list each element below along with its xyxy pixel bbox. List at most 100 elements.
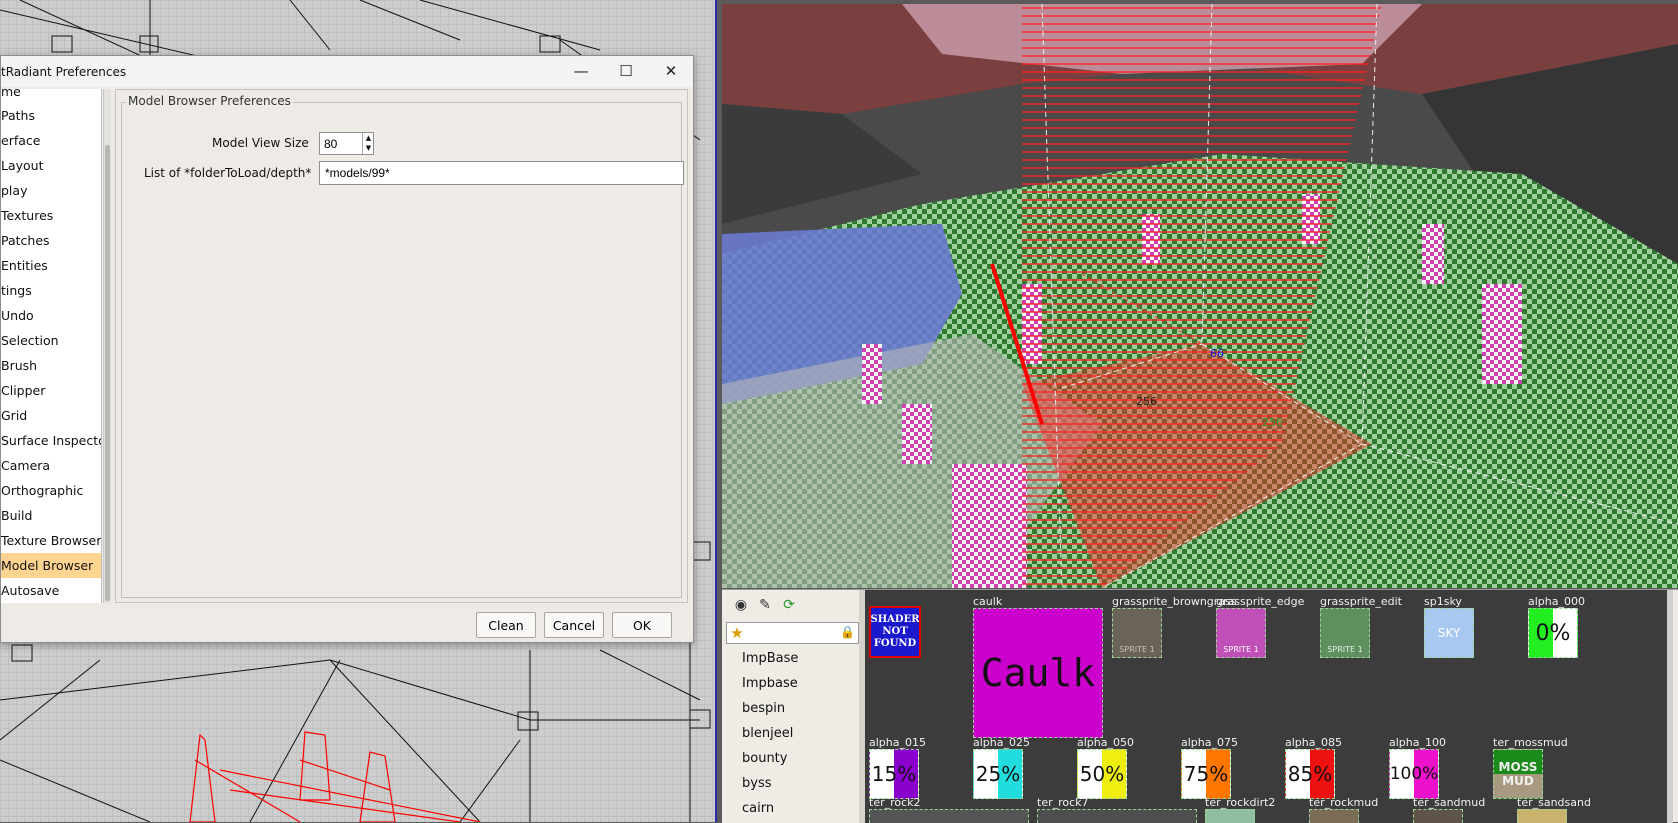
model-view-size-label: Model View Size (212, 136, 309, 150)
texture-thumb: SKY (1424, 608, 1474, 658)
measure-label-3: 66 (1210, 347, 1224, 360)
texture-name: grassprite_edit (1320, 595, 1402, 608)
stepper-down-icon[interactable]: ▼ (363, 143, 374, 153)
texture-thumb: 25% (973, 749, 1023, 799)
tree-item[interactable]: bespin (722, 696, 859, 721)
texture-thumb: 15% (869, 749, 919, 799)
dialog-titlebar[interactable]: tRadiant Preferences — ☐ ✕ (1, 56, 693, 87)
texture-thumb: SPRITE 1 (1112, 608, 1162, 658)
sidebar-item-textures[interactable]: Textures (1, 203, 101, 228)
sidebar-item-autosave[interactable]: Autosave (1, 578, 101, 603)
texture-thumb: Caulk (973, 608, 1103, 738)
camera-viewport[interactable]: 256 256 66 (722, 4, 1678, 588)
texture-name: ter_sandmud (1413, 796, 1486, 809)
clean-button[interactable]: Clean (476, 612, 536, 638)
sidebar-item-display[interactable]: play (1, 178, 101, 203)
texture-thumb: SHADER NOT FOUND (869, 606, 921, 658)
category-list-scrollbar[interactable] (103, 89, 111, 603)
sidebar-item-settings[interactable]: tings (1, 278, 101, 303)
sidebar-item-grid[interactable]: Grid (1, 403, 101, 428)
model-browser-preferences-group: Model Browser Preferences Model View Siz… (121, 94, 684, 598)
sidebar-item-brush[interactable]: Brush (1, 353, 101, 378)
scrollbar-thumb[interactable] (105, 145, 110, 601)
texture-name: ter_rockdirt2 (1205, 796, 1276, 809)
sidebar-item-selection[interactable]: Selection (1, 328, 101, 353)
texture-name: sp1sky (1424, 595, 1462, 608)
texture-thumb: 85% (1285, 749, 1335, 799)
sidebar-item-patches[interactable]: Patches (1, 228, 101, 253)
preferences-dialog: tRadiant Preferences — ☐ ✕ me Paths erfa… (0, 55, 694, 643)
sidebar-item-orthographic[interactable]: Orthographic (1, 478, 101, 503)
tree-item[interactable]: byss (722, 771, 859, 796)
texture-filter-input[interactable]: ★ 🔒 (726, 622, 859, 644)
folder-list-label: List of *folderToLoad/depth* (144, 166, 312, 180)
texture-name: alpha_025 (973, 736, 1030, 749)
preferences-category-list: me Paths erface Layout play Textures Pat… (1, 89, 102, 603)
texture-name: alpha_015 (869, 736, 926, 749)
tree-item[interactable]: cairn (722, 796, 859, 821)
sidebar-item-theme[interactable]: me (1, 89, 101, 103)
texture-name: ter_rockmud (1309, 796, 1379, 809)
texture-name: alpha_100 (1389, 736, 1446, 749)
refresh-icon[interactable]: ⟳ (780, 596, 798, 614)
sidebar-item-build[interactable]: Build (1, 503, 101, 528)
sidebar-item-clipper[interactable]: Clipper (1, 378, 101, 403)
star-icon[interactable]: ★ (727, 624, 747, 642)
sidebar-item-layout[interactable]: Layout (1, 153, 101, 178)
folder-list-input[interactable] (319, 161, 684, 185)
texture-thumb: 0% (1528, 608, 1578, 658)
sidebar-item-interface[interactable]: erface (1, 128, 101, 153)
close-button[interactable]: ✕ (651, 60, 691, 82)
texture-thumb: 100% (1389, 749, 1439, 799)
sidebar-item-model-browser[interactable]: Model Browser (1, 553, 101, 578)
texture-thumb: 50% (1077, 749, 1127, 799)
texture-name: alpha_000 (1528, 595, 1585, 608)
group-title: Model Browser Preferences (126, 94, 293, 108)
texture-thumb (869, 809, 1029, 823)
sidebar-item-camera[interactable]: Camera (1, 453, 101, 478)
texture-grid: SHADER NOT FOUND caulk Caulk grassprite_… (865, 590, 1673, 823)
sidebar-item-undo[interactable]: Undo (1, 303, 101, 328)
texture-name: alpha_050 (1077, 736, 1134, 749)
tree-item[interactable]: bounty (722, 746, 859, 771)
texture-name: alpha_075 (1181, 736, 1238, 749)
eye-icon[interactable]: ◉ (732, 596, 750, 614)
measure-label-2: 256 (1262, 416, 1283, 429)
texture-thumb (1037, 809, 1197, 823)
preferences-page: Model Browser Preferences Model View Siz… (115, 89, 688, 603)
texture-folder-tree: ImpBase Impbase bespin blenjeel bounty b… (722, 646, 859, 823)
texture-thumb (1309, 809, 1359, 823)
sidebar-item-entities[interactable]: Entities (1, 253, 101, 278)
stepper-up-icon[interactable]: ▲ (363, 133, 374, 143)
maximize-button[interactable]: ☐ (606, 60, 646, 82)
sidebar-item-texture-browser[interactable]: Texture Browser (1, 528, 101, 553)
edit-shader-icon[interactable]: ✎ (756, 596, 774, 614)
lock-icon[interactable]: 🔒 (840, 625, 855, 639)
texture-name: caulk (973, 595, 1003, 608)
texture-toolbar: ◉ ✎ ⟳ (722, 590, 859, 620)
sidebar-item-paths[interactable]: Paths (1, 103, 101, 128)
texture-name: ter_rock2 (869, 796, 921, 809)
texture-grid-scrollbar[interactable] (1667, 590, 1673, 823)
texture-name: grassprite_edge (1216, 595, 1305, 608)
texture-thumb: MOSS MUD (1493, 749, 1543, 799)
measure-label-1: 256 (1136, 395, 1157, 408)
texture-name: ter_sandsand (1517, 796, 1591, 809)
cancel-button[interactable]: Cancel (544, 612, 604, 638)
texture-thumb: 75% (1181, 749, 1231, 799)
texture-thumb: SPRITE 1 (1216, 608, 1266, 658)
tree-item[interactable]: Impbase (722, 671, 859, 696)
tree-item[interactable]: ImpBase (722, 646, 859, 671)
texture-name: ter_rock7 (1037, 796, 1089, 809)
texture-name: ter_mossmud (1493, 736, 1568, 749)
ok-button[interactable]: OK (612, 612, 672, 638)
sidebar-item-surface-inspector[interactable]: Surface Inspector (1, 428, 101, 453)
camera-scene (722, 4, 1678, 588)
tree-item[interactable]: blenjeel (722, 721, 859, 746)
minimize-button[interactable]: — (561, 60, 601, 82)
texture-thumb: SPRITE 1 (1320, 608, 1370, 658)
model-view-size-stepper[interactable]: ▲ ▼ (362, 133, 374, 154)
texture-name: alpha_085 (1285, 736, 1342, 749)
texture-thumb (1205, 809, 1255, 823)
texture-browser: ◉ ✎ ⟳ ★ 🔒 ImpBase Impbase bespin blenjee… (722, 589, 1678, 823)
